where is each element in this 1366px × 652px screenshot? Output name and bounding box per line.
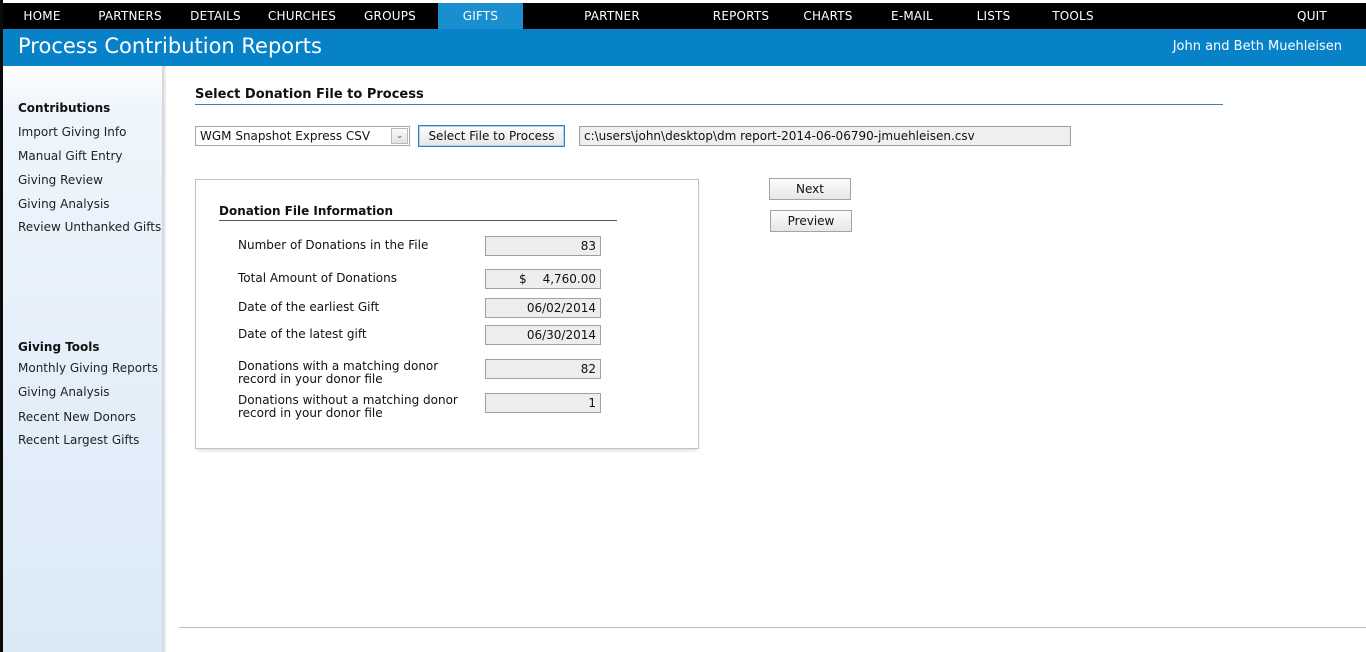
sidebar-shadow [163, 66, 167, 652]
nav-quit[interactable]: QUIT [1286, 3, 1338, 29]
field-label-unmatched-line2: record in your donor file [238, 406, 383, 420]
nav-gifts[interactable]: GIFTS [438, 3, 523, 29]
page-title: Process Contribution Reports [18, 34, 322, 58]
sidebar-item-recent-largest-gifts[interactable]: Recent Largest Gifts [18, 433, 139, 447]
sidebar-item-giving-analysis[interactable]: Giving Analysis [18, 197, 110, 211]
sidebar-item-import-giving-info[interactable]: Import Giving Info [18, 125, 126, 139]
field-label-unmatched-donor: Donations without a matching donor recor… [238, 394, 458, 420]
user-name: John and Beth Muehleisen [1172, 39, 1342, 54]
nav-details[interactable]: DETAILS [184, 3, 247, 29]
top-nav: HOME PARTNERS DETAILS CHURCHES GROUPS GI… [3, 3, 1366, 49]
app-window: HOME PARTNERS DETAILS CHURCHES GROUPS GI… [0, 0, 1366, 652]
donation-count-value: 83 [580, 239, 596, 253]
sidebar-item-giving-review[interactable]: Giving Review [18, 173, 103, 187]
nav-email[interactable]: E-MAIL [881, 3, 943, 29]
panel-title: Donation File Information [219, 204, 394, 218]
matching-donor-value: 82 [580, 362, 596, 376]
footer-divider [179, 627, 1366, 628]
nav-partners[interactable]: PARTNERS [91, 3, 169, 29]
nav-tools[interactable]: TOOLS [1043, 3, 1103, 29]
nav-reports[interactable]: REPORTS [706, 3, 776, 29]
latest-gift-field: 06/30/2014 [485, 325, 601, 345]
file-type-select[interactable]: WGM Snapshot Express CSV ⌄ [195, 126, 410, 146]
field-label-matching-line2: record in your donor file [238, 372, 383, 386]
nav-home[interactable]: HOME [11, 3, 73, 29]
nav-groups[interactable]: GROUPS [359, 3, 421, 29]
sidebar-item-recent-new-donors[interactable]: Recent New Donors [18, 410, 136, 424]
sidebar-item-monthly-giving-reports[interactable]: Monthly Giving Reports [18, 361, 158, 375]
nav-partner-development[interactable]: PARTNER DEVELOPMENT [537, 3, 687, 49]
sidebar-item-review-unthanked-gifts[interactable]: Review Unthanked Gifts [18, 220, 161, 234]
file-type-value: WGM Snapshot Express CSV [200, 129, 371, 143]
chevron-down-icon[interactable]: ⌄ [391, 128, 408, 144]
preview-button[interactable]: Preview [770, 210, 852, 232]
donation-file-info-panel: Donation File Information Number of Dona… [195, 179, 699, 449]
panel-divider [219, 220, 617, 221]
select-file-title: Select Donation File to Process [195, 87, 424, 102]
donation-count-field: 83 [485, 236, 601, 256]
select-file-divider [195, 104, 1223, 105]
sidebar-section-giving-tools: Giving Tools [18, 340, 100, 354]
unmatched-donor-field: 1 [485, 393, 601, 413]
field-label-total-amount: Total Amount of Donations [238, 271, 397, 285]
nav-charts[interactable]: CHARTS [795, 3, 861, 29]
earliest-gift-value: 06/02/2014 [526, 301, 596, 315]
nav-churches[interactable]: CHURCHES [262, 3, 342, 29]
field-label-matching-donor: Donations with a matching donor record i… [238, 360, 438, 386]
sidebar-item-giving-analysis-tool[interactable]: Giving Analysis [18, 385, 110, 399]
sidebar-section-contributions: Contributions [18, 101, 111, 115]
unmatched-donor-value: 1 [588, 396, 596, 410]
field-label-donation-count: Number of Donations in the File [238, 238, 429, 252]
page-header: Process Contribution Reports John and Be… [3, 29, 1366, 66]
latest-gift-value: 06/30/2014 [526, 328, 596, 342]
total-amount-field: $ 4,760.00 [485, 269, 601, 289]
next-button[interactable]: Next [769, 178, 851, 200]
field-label-latest-gift: Date of the latest gift [238, 327, 367, 341]
total-amount-value: 4,760.00 [542, 272, 596, 286]
currency-symbol: $ [519, 272, 527, 286]
field-label-earliest-gift: Date of the earliest Gift [238, 300, 380, 314]
sidebar-item-manual-gift-entry[interactable]: Manual Gift Entry [18, 149, 123, 163]
file-path-field[interactable]: c:\users\john\desktop\dm report-2014-06-… [579, 126, 1071, 146]
sidebar: Contributions Import Giving Info Manual … [3, 66, 163, 652]
matching-donor-field: 82 [485, 359, 601, 379]
earliest-gift-field: 06/02/2014 [485, 298, 601, 318]
select-file-button[interactable]: Select File to Process [418, 125, 565, 147]
nav-lists[interactable]: LISTS [966, 3, 1021, 29]
